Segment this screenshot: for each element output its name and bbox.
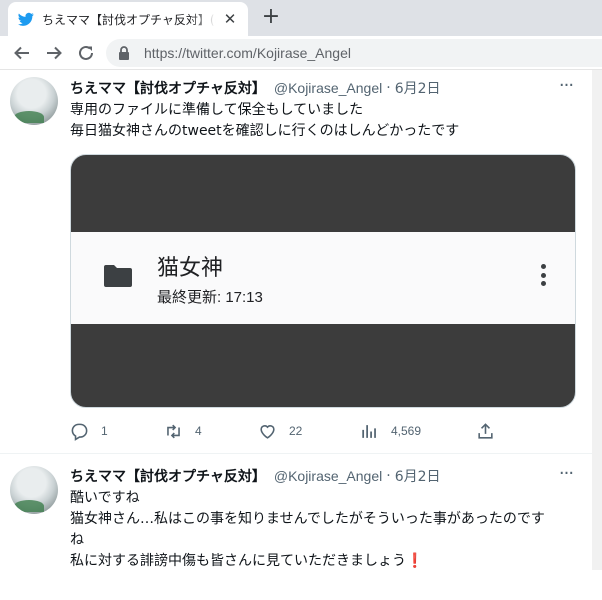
tweet-actions: 1 4 22 4,569	[70, 420, 510, 442]
address-bar[interactable]: https://twitter.com/Kojirase_Angel	[106, 39, 602, 67]
tab-title: ちえママ【討伐オプチャ反対】(@Kojirase_Angel) / Twitte…	[42, 12, 216, 27]
tweet-text-line: 酷いですね	[70, 490, 140, 506]
arrow-right-icon	[47, 46, 62, 60]
tweet-header: ちえママ【討伐オプチャ反対】 @Kojirase_Angel · 6月2日	[70, 78, 441, 98]
display-name[interactable]: ちえママ【討伐オプチャ反対】	[70, 78, 266, 98]
more-icon[interactable]: ···	[556, 465, 576, 488]
reply-icon	[71, 423, 88, 441]
tweet-text-line: 猫女神さん…私はこの事を知りませんでしたがそういった事があったのです	[70, 511, 545, 527]
browser-tab[interactable]: ちえママ【討伐オプチャ反対】(@Kojirase_Angel) / Twitte…	[8, 2, 248, 36]
avatar[interactable]	[10, 77, 58, 125]
tab-bar: ちえママ【討伐オプチャ反対】(@Kojirase_Angel) / Twitte…	[0, 0, 602, 36]
folder-icon	[104, 265, 132, 287]
browser-toolbar: https://twitter.com/Kojirase_Angel	[0, 36, 602, 70]
url-text: https://twitter.com/Kojirase_Angel	[144, 45, 351, 61]
tweet-text-line: 私に対する誹謗中傷も皆さんに見ていただきましょう❗	[70, 551, 580, 570]
retweet-count: 4	[195, 424, 202, 438]
retweet-icon	[167, 424, 180, 438]
retweet-button[interactable]: 4	[164, 420, 202, 442]
reload-button[interactable]	[74, 41, 98, 65]
more-icon[interactable]: ···	[556, 77, 576, 100]
tweet-text-line: 毎日猫女神さんのtweetを確認しに行くのはしんどかったです	[70, 123, 460, 139]
more-vert-icon	[539, 264, 547, 290]
separator: ·	[386, 80, 391, 96]
tweet[interactable]: ちえママ【討伐オプチャ反対】 @Kojirase_Angel · 6月2日 ··…	[0, 70, 592, 454]
analytics-icon	[362, 424, 376, 438]
close-icon[interactable]: ✕	[222, 11, 238, 27]
file-row: 猫女神 最終更新: 17:13	[71, 232, 575, 324]
tweet-header: ちえママ【討伐オプチャ反対】 @Kojirase_Angel · 6月2日	[70, 466, 441, 486]
back-button[interactable]	[10, 41, 34, 65]
tweet-text: 専用のファイルに準備して保全もしていました 毎日猫女神さんのtweetを確認しに…	[70, 100, 580, 142]
user-handle[interactable]: @Kojirase_Angel	[274, 468, 382, 484]
arrow-left-icon	[14, 46, 29, 60]
share-icon	[478, 422, 493, 439]
like-button[interactable]: 22	[258, 420, 302, 442]
display-name[interactable]: ちえママ【討伐オプチャ反対】	[70, 466, 266, 486]
tweet-text-segment: 私に対する誹謗中傷も皆さんに見ていただきましょう	[70, 553, 406, 569]
reply-count: 1	[101, 424, 108, 438]
like-count: 22	[289, 424, 303, 438]
timeline: ちえママ【討伐オプチャ反対】 @Kojirase_Angel · 6月2日 ··…	[0, 70, 602, 570]
lock-icon	[119, 46, 129, 60]
share-button[interactable]	[476, 420, 495, 442]
twitter-bird-icon	[18, 12, 34, 26]
tweet[interactable]: ちえママ【討伐オプチャ反対】 @Kojirase_Angel · 6月2日 ··…	[0, 454, 592, 570]
tweet-text-line: ね	[70, 532, 84, 548]
tweet-date[interactable]: 6月2日	[395, 78, 441, 98]
reply-button[interactable]: 1	[70, 420, 108, 442]
view-count: 4,569	[391, 424, 422, 438]
views-button[interactable]: 4,569	[360, 420, 421, 442]
avatar[interactable]	[10, 466, 58, 514]
heart-icon	[260, 424, 275, 439]
user-handle[interactable]: @Kojirase_Angel	[274, 80, 382, 96]
tweet-text-line: 専用のファイルに準備して保全もしていました	[70, 102, 364, 118]
exclamation-emoji: ❗	[406, 553, 424, 569]
file-name: 猫女神	[157, 256, 224, 281]
plus-icon[interactable]: +	[260, 6, 282, 28]
tweet-text: 酷いですね 猫女神さん…私はこの事を知りませんでしたがそういった事があったのです…	[70, 488, 580, 570]
reload-icon	[79, 45, 93, 60]
separator: ·	[386, 468, 391, 484]
tweet-media-image[interactable]: 猫女神 最終更新: 17:13	[70, 154, 576, 408]
forward-button[interactable]	[42, 41, 66, 65]
file-last-modified: 最終更新: 17:13	[157, 289, 263, 306]
tweet-date[interactable]: 6月2日	[395, 466, 441, 486]
scrollbar[interactable]	[592, 70, 602, 570]
